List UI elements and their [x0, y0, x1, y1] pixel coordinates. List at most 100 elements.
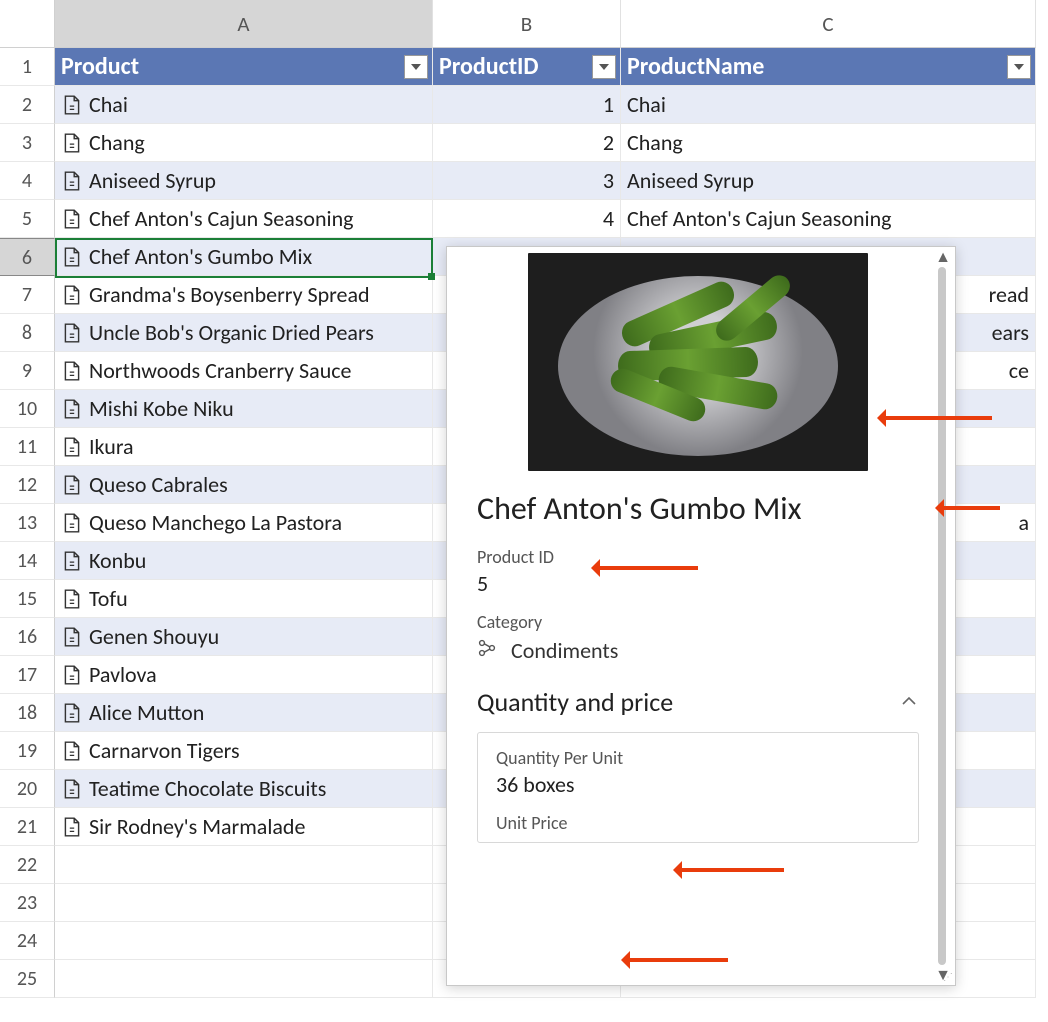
filter-button-product[interactable]	[404, 55, 428, 79]
column-header-a[interactable]: A	[55, 0, 433, 48]
data-type-icon[interactable]	[63, 170, 81, 192]
cell-product[interactable]: Mishi Kobe Niku	[55, 390, 433, 428]
row-header-15[interactable]: 15	[0, 580, 55, 618]
cell-product[interactable]: Chai	[55, 86, 433, 124]
cell-product[interactable]: Chef Anton's Gumbo Mix	[55, 238, 433, 276]
data-type-icon[interactable]	[63, 246, 81, 268]
data-type-icon[interactable]	[63, 360, 81, 382]
data-type-icon[interactable]	[63, 626, 81, 648]
row-header-3[interactable]: 3	[0, 124, 55, 162]
row-header-5[interactable]: 5	[0, 200, 55, 238]
data-type-icon[interactable]	[63, 132, 81, 154]
card-field-label-productid: Product ID	[477, 546, 919, 568]
cell-product[interactable]: Chang	[55, 124, 433, 162]
data-type-icon[interactable]	[63, 740, 81, 762]
cell-productid[interactable]: 3	[433, 162, 621, 200]
row-header-16[interactable]: 16	[0, 618, 55, 656]
cell-productname-text: ears	[992, 319, 1029, 346]
cell-empty[interactable]	[55, 960, 433, 998]
row-header-1[interactable]: 1	[0, 48, 55, 86]
row-header-25[interactable]: 25	[0, 960, 55, 998]
filter-button-productname[interactable]	[1007, 55, 1031, 79]
cell-product[interactable]: Teatime Chocolate Biscuits	[55, 770, 433, 808]
cell-product[interactable]: Pavlova	[55, 656, 433, 694]
cell-product[interactable]: Konbu	[55, 542, 433, 580]
cell-productname[interactable]: Chef Anton's Cajun Seasoning	[621, 200, 1036, 238]
row-header-22[interactable]: 22	[0, 846, 55, 884]
card-scrollbar[interactable]: ▲ ▼	[933, 249, 953, 983]
data-type-icon[interactable]	[63, 588, 81, 610]
data-type-icon[interactable]	[63, 778, 81, 800]
cell-product-text: Northwoods Cranberry Sauce	[89, 357, 352, 384]
filter-button-productid[interactable]	[592, 55, 616, 79]
cell-product[interactable]: Genen Shouyu	[55, 618, 433, 656]
row-header-17[interactable]: 17	[0, 656, 55, 694]
cell-productname-text: ce	[1009, 357, 1029, 384]
row-header-7[interactable]: 7	[0, 276, 55, 314]
cell-product[interactable]: Chef Anton's Cajun Seasoning	[55, 200, 433, 238]
data-type-icon[interactable]	[63, 816, 81, 838]
cell-product[interactable]: Queso Manchego La Pastora	[55, 504, 433, 542]
row-header-10[interactable]: 10	[0, 390, 55, 428]
cell-productname[interactable]: Aniseed Syrup	[621, 162, 1036, 200]
data-type-icon[interactable]	[63, 436, 81, 458]
data-type-icon[interactable]	[63, 208, 81, 230]
cell-product[interactable]: Carnarvon Tigers	[55, 732, 433, 770]
row-header-18[interactable]: 18	[0, 694, 55, 732]
row-header-6[interactable]: 6	[0, 238, 55, 276]
cell-productname[interactable]: Chai	[621, 86, 1036, 124]
cell-empty[interactable]	[55, 884, 433, 922]
data-type-icon[interactable]	[63, 474, 81, 496]
row-header-8[interactable]: 8	[0, 314, 55, 352]
cell-product[interactable]: Queso Cabrales	[55, 466, 433, 504]
row-header-20[interactable]: 20	[0, 770, 55, 808]
cell-empty[interactable]	[55, 922, 433, 960]
row-header-12[interactable]: 12	[0, 466, 55, 504]
row-header-19[interactable]: 19	[0, 732, 55, 770]
table-header-product[interactable]: Product	[55, 48, 433, 86]
row-header-24[interactable]: 24	[0, 922, 55, 960]
card-section-header[interactable]: Quantity and price	[477, 686, 919, 718]
data-type-icon[interactable]	[63, 284, 81, 306]
column-header-c[interactable]: C	[621, 0, 1036, 48]
cell-product[interactable]: Uncle Bob's Organic Dried Pears	[55, 314, 433, 352]
row-header-14[interactable]: 14	[0, 542, 55, 580]
row-header-21[interactable]: 21	[0, 808, 55, 846]
scroll-up-icon[interactable]: ▲	[933, 249, 953, 265]
data-type-icon[interactable]	[63, 322, 81, 344]
cell-productname-text: Chai	[627, 91, 666, 118]
table-header-label: Product	[61, 52, 139, 81]
card-field-value-category[interactable]: Condiments	[511, 637, 618, 664]
cell-product[interactable]: Alice Mutton	[55, 694, 433, 732]
resize-grip-icon[interactable]: ⋰	[943, 970, 951, 983]
row-header-9[interactable]: 9	[0, 352, 55, 390]
scroll-thumb[interactable]	[938, 267, 946, 965]
row-header-23[interactable]: 23	[0, 884, 55, 922]
column-header-b[interactable]: B	[433, 0, 621, 48]
data-type-icon[interactable]	[63, 398, 81, 420]
row-header-4[interactable]: 4	[0, 162, 55, 200]
row-header-11[interactable]: 11	[0, 428, 55, 466]
data-type-icon[interactable]	[63, 512, 81, 534]
row-header-13[interactable]: 13	[0, 504, 55, 542]
data-type-icon[interactable]	[63, 550, 81, 572]
cell-productid-text: 1	[603, 91, 614, 118]
cell-empty[interactable]	[55, 846, 433, 884]
data-type-icon[interactable]	[63, 664, 81, 686]
cell-productid[interactable]: 4	[433, 200, 621, 238]
table-header-productname[interactable]: ProductName	[621, 48, 1036, 86]
cell-productid[interactable]: 2	[433, 124, 621, 162]
cell-product[interactable]: Ikura	[55, 428, 433, 466]
select-all-corner[interactable]	[0, 0, 55, 48]
cell-product[interactable]: Aniseed Syrup	[55, 162, 433, 200]
cell-product[interactable]: Sir Rodney's Marmalade	[55, 808, 433, 846]
cell-productid[interactable]: 1	[433, 86, 621, 124]
table-header-productid[interactable]: ProductID	[433, 48, 621, 86]
data-type-icon[interactable]	[63, 702, 81, 724]
row-header-2[interactable]: 2	[0, 86, 55, 124]
cell-product[interactable]: Grandma's Boysenberry Spread	[55, 276, 433, 314]
cell-product[interactable]: Northwoods Cranberry Sauce	[55, 352, 433, 390]
cell-product[interactable]: Tofu	[55, 580, 433, 618]
cell-productname[interactable]: Chang	[621, 124, 1036, 162]
data-type-icon[interactable]	[63, 94, 81, 116]
